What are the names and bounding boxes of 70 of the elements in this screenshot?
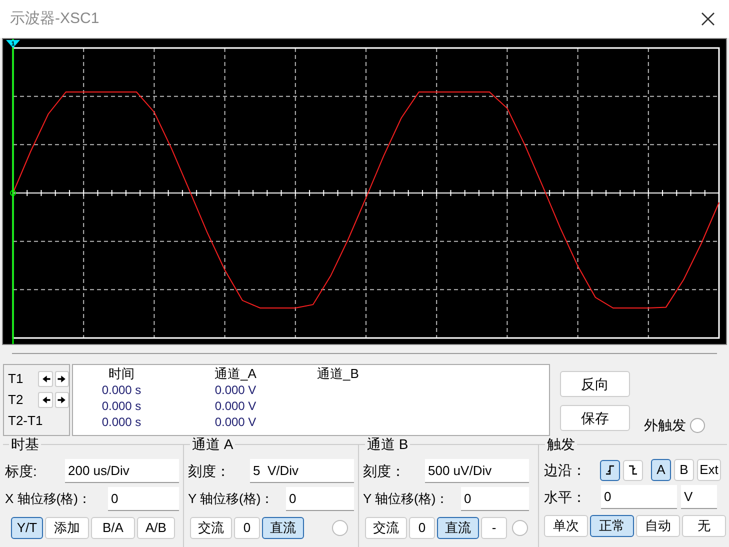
- right-arrow-icon: [56, 394, 68, 406]
- table-cell-text: 0.000 V: [214, 414, 258, 431]
- unit-field[interactable]: V: [681, 485, 717, 509]
- input-field[interactable]: 500 uV/Div: [425, 459, 529, 483]
- coupling-button[interactable]: 0: [234, 517, 260, 539]
- column-header: 时间: [108, 365, 136, 384]
- input-field[interactable]: 200 us/Div: [65, 459, 179, 483]
- cursor-handle-icon[interactable]: [6, 40, 20, 48]
- coupling-button[interactable]: 0: [409, 517, 435, 539]
- ground-marker: [10, 190, 16, 196]
- coupling-button[interactable]: 交流: [365, 517, 407, 539]
- action-button[interactable]: 保存: [560, 405, 630, 431]
- mode-button[interactable]: Y/T: [11, 517, 43, 539]
- window-title: 示波器-XSC1: [10, 8, 100, 29]
- input-field[interactable]: 0: [108, 487, 179, 511]
- radio-label: 外触发: [644, 416, 686, 435]
- coupling-button[interactable]: 直流: [262, 517, 304, 539]
- field-label: X 轴位移(格)：: [5, 490, 92, 508]
- group-title: 触发: [545, 436, 577, 452]
- falling-edge-icon: [627, 463, 639, 477]
- left-arrow-button[interactable]: [38, 392, 53, 408]
- group-title: 通道 B: [365, 436, 410, 452]
- cursor-label: T1: [8, 370, 24, 388]
- table-cell-text: 0.000 s: [100, 398, 142, 415]
- group-title: 通道 A: [190, 436, 236, 452]
- radio-button[interactable]: [690, 418, 705, 433]
- mode-button[interactable]: 添加: [45, 517, 89, 539]
- field-label: Y 轴位移(格)：: [362, 490, 450, 508]
- trigger-mode-button[interactable]: 单次: [544, 515, 588, 537]
- trigger-mode-button[interactable]: 无: [682, 515, 726, 537]
- cursor-label: T2: [8, 391, 24, 410]
- trigger-mode-button[interactable]: 自动: [636, 515, 680, 537]
- field-label: 刻度：: [187, 462, 231, 480]
- rising-edge-icon: [604, 463, 616, 477]
- radio-button[interactable]: [512, 520, 528, 536]
- table-cell-text: 0.000 s: [100, 382, 142, 399]
- input-field[interactable]: 0: [461, 487, 529, 511]
- source-button[interactable]: A: [651, 459, 671, 481]
- group-title: 时基: [9, 436, 41, 452]
- radio-button[interactable]: [332, 520, 348, 536]
- input-field[interactable]: 5 V/Div: [250, 459, 354, 483]
- coupling-button[interactable]: 直流: [437, 517, 479, 539]
- action-button[interactable]: 反向: [560, 371, 630, 397]
- right-arrow-icon: [56, 373, 68, 385]
- field-label: 刻度：: [362, 462, 406, 480]
- input-field[interactable]: 0: [286, 487, 354, 511]
- close-icon[interactable]: [701, 12, 715, 26]
- mode-button[interactable]: B/A: [91, 517, 135, 539]
- rising-edge-button[interactable]: [600, 460, 620, 480]
- left-arrow-button[interactable]: [38, 371, 53, 387]
- field-label: 水平：: [543, 488, 587, 506]
- field-label: 边沿：: [543, 460, 587, 480]
- cursor-label: T2-T1: [8, 412, 43, 430]
- source-button[interactable]: Ext: [697, 459, 721, 481]
- right-arrow-button[interactable]: [54, 371, 69, 387]
- right-arrow-button[interactable]: [54, 392, 69, 408]
- table-cell-text: 0.000 V: [214, 382, 258, 399]
- falling-edge-button[interactable]: [623, 460, 643, 480]
- field-label: 标度:: [5, 462, 38, 480]
- input-field[interactable]: 0: [601, 485, 677, 509]
- coupling-button[interactable]: -: [481, 517, 507, 539]
- mode-button[interactable]: A/B: [137, 517, 175, 539]
- coupling-button[interactable]: 交流: [190, 517, 232, 539]
- source-button[interactable]: B: [674, 459, 694, 481]
- table-cell-text: 0.000 s: [100, 414, 142, 431]
- column-header: 通道_A: [214, 365, 258, 384]
- column-header: 通道_B: [316, 365, 360, 384]
- trigger-mode-button[interactable]: 正常: [590, 515, 634, 537]
- field-label: Y 轴位移(格)：: [187, 490, 275, 508]
- table-cell-text: 0.000 V: [214, 398, 258, 415]
